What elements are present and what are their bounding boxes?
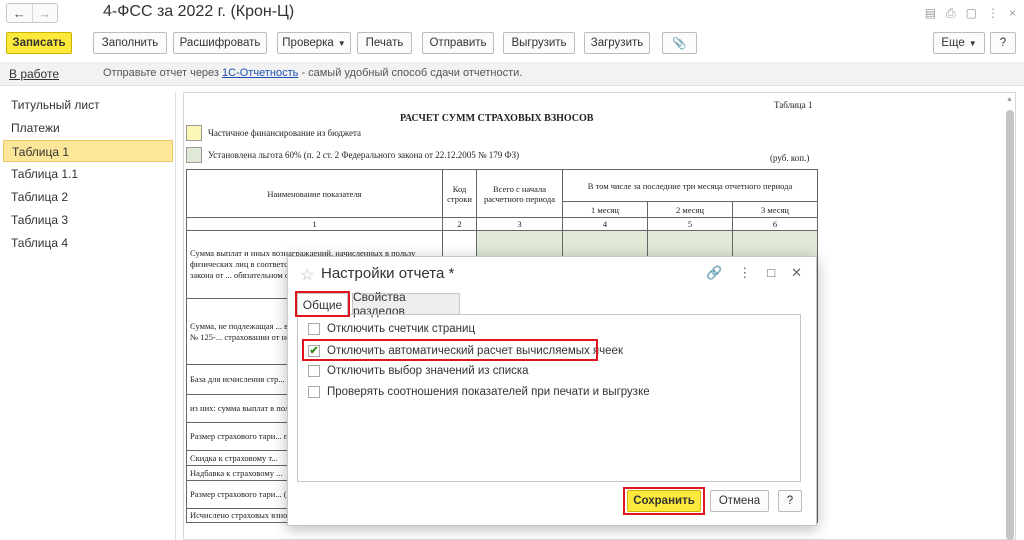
check-dropdown-button[interactable]: Проверка ▼ — [277, 32, 351, 54]
scroll-up-icon[interactable]: ▲ — [1006, 96, 1013, 103]
legend-green-label: Установлена льгота 60% (п. 2 ст. 2 Федер… — [208, 150, 520, 160]
nav-buttons: ← → — [6, 3, 58, 23]
sections-sidebar: Титульный лист Платежи Таблица 1 Таблица… — [0, 92, 176, 540]
status-message-suffix: - самый удобный способ сдачи отчетности. — [298, 67, 523, 79]
check-label: Проверка — [282, 37, 334, 49]
report-title: РАСЧЕТ СУММ СТРАХОВЫХ ВЗНОСОВ — [400, 113, 594, 124]
link-icon[interactable]: 🔗 — [706, 265, 722, 281]
col-number: 5 — [647, 217, 733, 231]
save-button[interactable]: Сохранить — [627, 490, 701, 512]
preview-icon[interactable]: ▢ — [966, 6, 977, 21]
dialog-title: Настройки отчета * — [321, 265, 455, 282]
fill-button[interactable]: Заполнить — [93, 32, 167, 54]
header-total: Всего с начала расчетного периода — [476, 169, 563, 218]
chevron-down-icon: ▼ — [968, 38, 977, 48]
legend-yellow-label: Частичное финансирование из бюджета — [208, 128, 362, 138]
export-button[interactable]: Выгрузить — [503, 32, 575, 54]
status-link[interactable]: В работе — [9, 67, 59, 81]
option-label: Отключить счетчик страниц — [327, 323, 476, 335]
print-button[interactable]: Печать — [357, 32, 412, 54]
maximize-icon[interactable]: □ — [767, 265, 775, 281]
window-title: 4-ФСС за 2022 г. (Крон-Ц) — [103, 3, 295, 20]
back-arrow-icon[interactable]: ← — [7, 4, 32, 22]
checkbox[interactable] — [308, 323, 320, 335]
option-label: Отключить автоматический расчет вычисляе… — [327, 345, 623, 357]
save-icon[interactable]: ▤ — [925, 6, 936, 21]
header-name: Наименование показателя — [186, 169, 443, 218]
units-label: (руб. коп.) — [770, 153, 810, 163]
sidebar-item-table-2[interactable]: Таблица 2 — [3, 186, 173, 208]
toolbar: Записать Заполнить Расшифровать Проверка… — [0, 32, 1024, 56]
help-button[interactable]: ? — [990, 32, 1016, 54]
sidebar-item-payments[interactable]: Платежи — [3, 117, 173, 139]
status-message-prefix: Отправьте отчет через — [103, 67, 223, 79]
sidebar-item-table-3[interactable]: Таблица 3 — [3, 209, 173, 231]
col-number: 3 — [476, 217, 563, 231]
tab-section-properties[interactable]: Свойства разделов — [352, 290, 460, 318]
window-icons: ▤ ⎙ ▢ ⋮ × — [925, 6, 1016, 21]
col-number: 1 — [186, 217, 443, 231]
option-disable-auto-calc[interactable]: ✔ Отключить автоматический расчет вычисл… — [308, 343, 623, 359]
cancel-button[interactable]: Отмена — [710, 490, 769, 512]
option-label: Проверять соотношения показателей при пе… — [327, 386, 650, 398]
header-m3: 3 месяц — [732, 201, 818, 218]
checkbox[interactable] — [308, 386, 320, 398]
header-last3: В том числе за последние три месяца отче… — [562, 169, 818, 202]
table-ref: Таблица 1 — [774, 100, 813, 110]
more-label: Еще — [941, 37, 965, 49]
header-m1: 1 месяц — [562, 201, 648, 218]
status-line: В работе Отправьте отчет через 1С-Отчетн… — [0, 62, 1024, 86]
col-number: 2 — [442, 217, 477, 231]
help-button[interactable]: ? — [778, 490, 802, 512]
print-icon[interactable]: ⎙ — [946, 6, 956, 21]
scroll-thumb[interactable] — [1006, 110, 1014, 540]
send-button[interactable]: Отправить — [422, 32, 494, 54]
close-icon[interactable]: × — [1009, 6, 1016, 21]
save-button[interactable]: Записать — [6, 32, 72, 54]
legend-yellow-swatch — [186, 125, 202, 141]
paperclip-icon: 📎 — [672, 38, 687, 50]
sidebar-item-table-4[interactable]: Таблица 4 — [3, 232, 173, 254]
col-number: 6 — [732, 217, 818, 231]
sidebar-item-table-1[interactable]: Таблица 1 — [3, 140, 173, 162]
general-tab-panel: Отключить счетчик страниц ✔ Отключить ав… — [297, 314, 801, 482]
attach-button[interactable]: 📎 — [662, 32, 697, 54]
header-code: Код строки — [442, 169, 477, 218]
more-vertical-icon[interactable]: ⋮ — [738, 265, 751, 281]
reporting-link[interactable]: 1С-Отчетность — [222, 67, 298, 79]
chevron-down-icon: ▼ — [337, 38, 346, 48]
option-check-ratios[interactable]: Проверять соотношения показателей при пе… — [308, 384, 650, 400]
report-scrollbar[interactable]: ▲ — [1004, 96, 1016, 540]
report-settings-dialog: ☆ Настройки отчета * 🔗 ⋮ □ ✕ Общие Свойс… — [287, 256, 817, 526]
more-vertical-icon[interactable]: ⋮ — [987, 6, 999, 21]
option-disable-list-select[interactable]: Отключить выбор значений из списка — [308, 363, 529, 379]
checkbox-checked[interactable]: ✔ — [308, 345, 320, 357]
option-disable-page-counter[interactable]: Отключить счетчик страниц — [308, 321, 475, 337]
import-button[interactable]: Загрузить — [584, 32, 650, 54]
option-label: Отключить выбор значений из списка — [327, 365, 529, 377]
more-dropdown-button[interactable]: Еще ▼ — [933, 32, 985, 54]
forward-arrow-icon[interactable]: → — [31, 4, 58, 22]
tab-general[interactable]: Общие — [297, 293, 348, 315]
close-icon[interactable]: ✕ — [791, 265, 802, 281]
col-number: 4 — [562, 217, 648, 231]
star-icon[interactable]: ☆ — [300, 265, 314, 285]
decode-button[interactable]: Расшифровать — [173, 32, 267, 54]
checkbox[interactable] — [308, 365, 320, 377]
sidebar-item-title-page[interactable]: Титульный лист — [3, 94, 173, 116]
dialog-window-icons: 🔗 ⋮ □ ✕ — [706, 265, 802, 281]
sidebar-item-table-1-1[interactable]: Таблица 1.1 — [3, 163, 173, 185]
legend-green-swatch — [186, 147, 202, 163]
status-message: Отправьте отчет через 1С-Отчетность - са… — [103, 67, 522, 79]
header-m2: 2 месяц — [647, 201, 733, 218]
title-bar: ← → 4-ФСС за 2022 г. (Крон-Ц) ▤ ⎙ ▢ ⋮ × — [0, 0, 1024, 28]
